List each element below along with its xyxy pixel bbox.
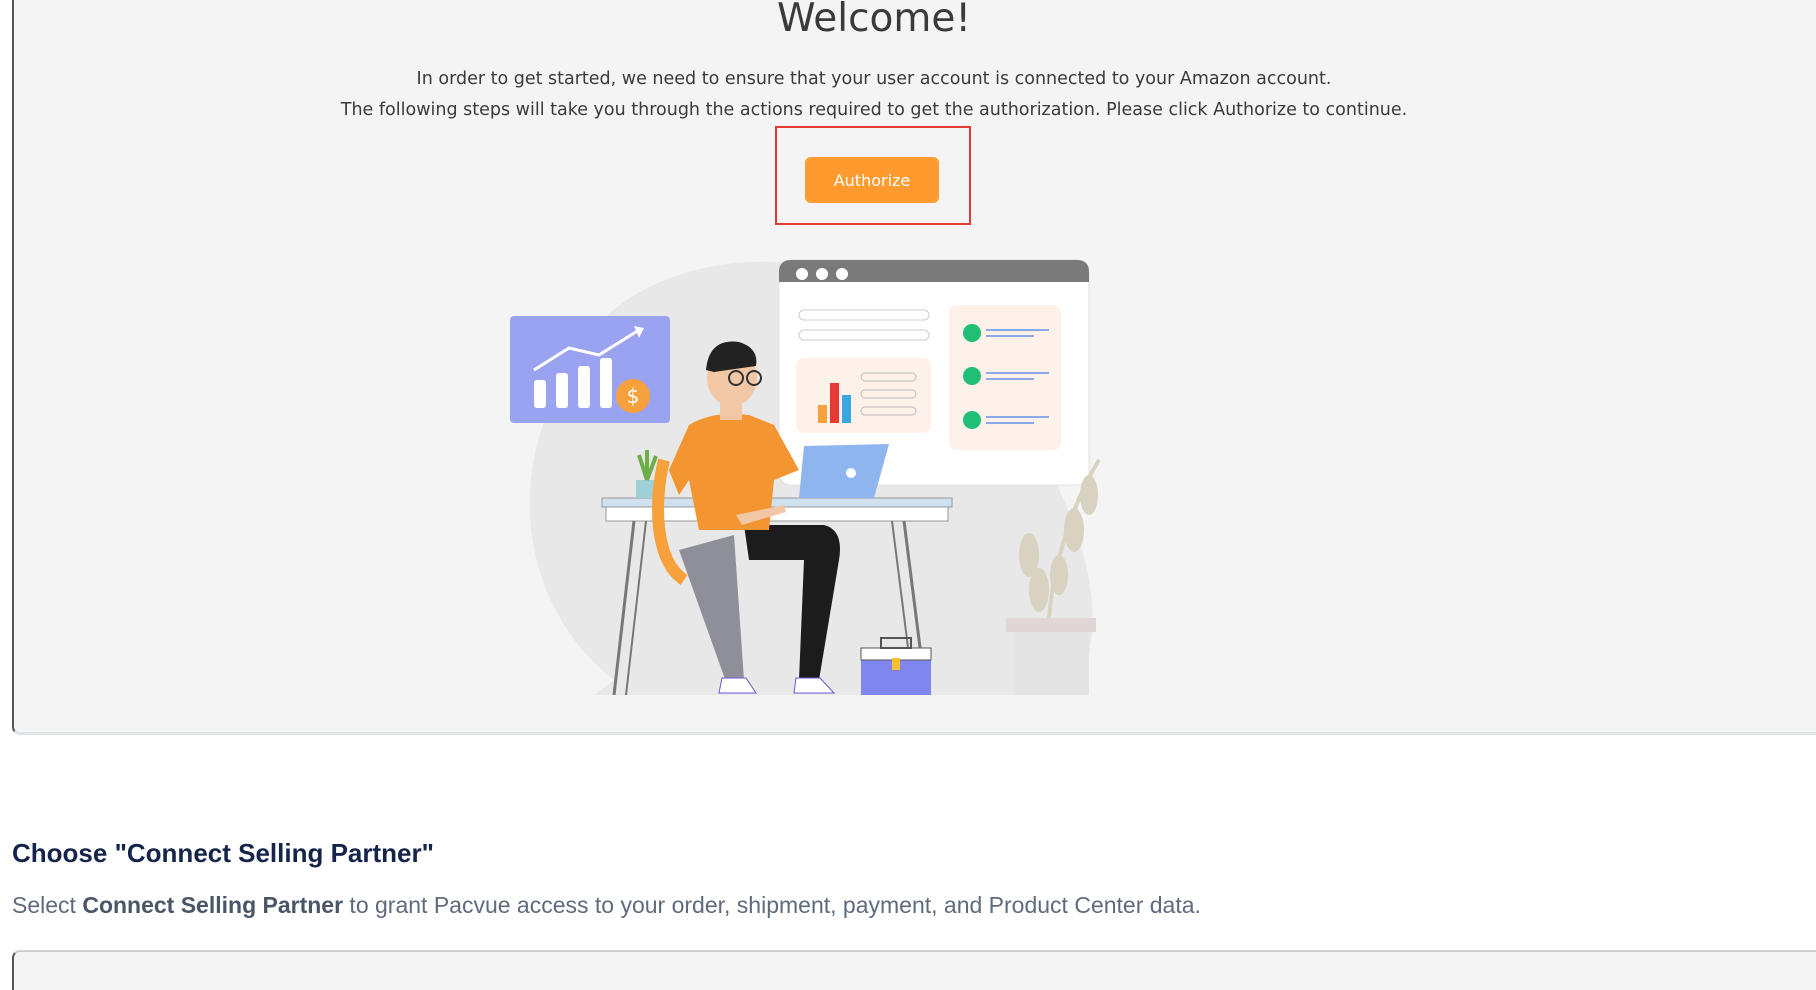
description-bold-term: Connect Selling Partner [82, 892, 344, 918]
intro-line-1: In order to get started, we need to ensu… [416, 69, 1332, 89]
svg-text:$: $ [627, 384, 640, 408]
workspace-illustration: $ [510, 259, 1101, 695]
authorize-button[interactable]: Authorize [805, 157, 939, 203]
intro-line-2: The following steps will take you throug… [340, 100, 1408, 120]
next-screenshot-frame [12, 950, 1816, 990]
section-description: Select Connect Selling Partner to grant … [12, 892, 1201, 919]
welcome-title: Welcome! [776, 0, 972, 41]
welcome-screenshot-panel: Welcome! In order to get started, we nee… [12, 0, 1816, 735]
description-suffix: to grant Pacvue access to your order, sh… [343, 892, 1201, 918]
laptop-icon [799, 444, 889, 498]
description-prefix: Select [12, 892, 83, 918]
growth-chart-card-icon: $ [510, 316, 670, 423]
section-heading: Choose "Connect Selling Partner" [12, 838, 434, 868]
